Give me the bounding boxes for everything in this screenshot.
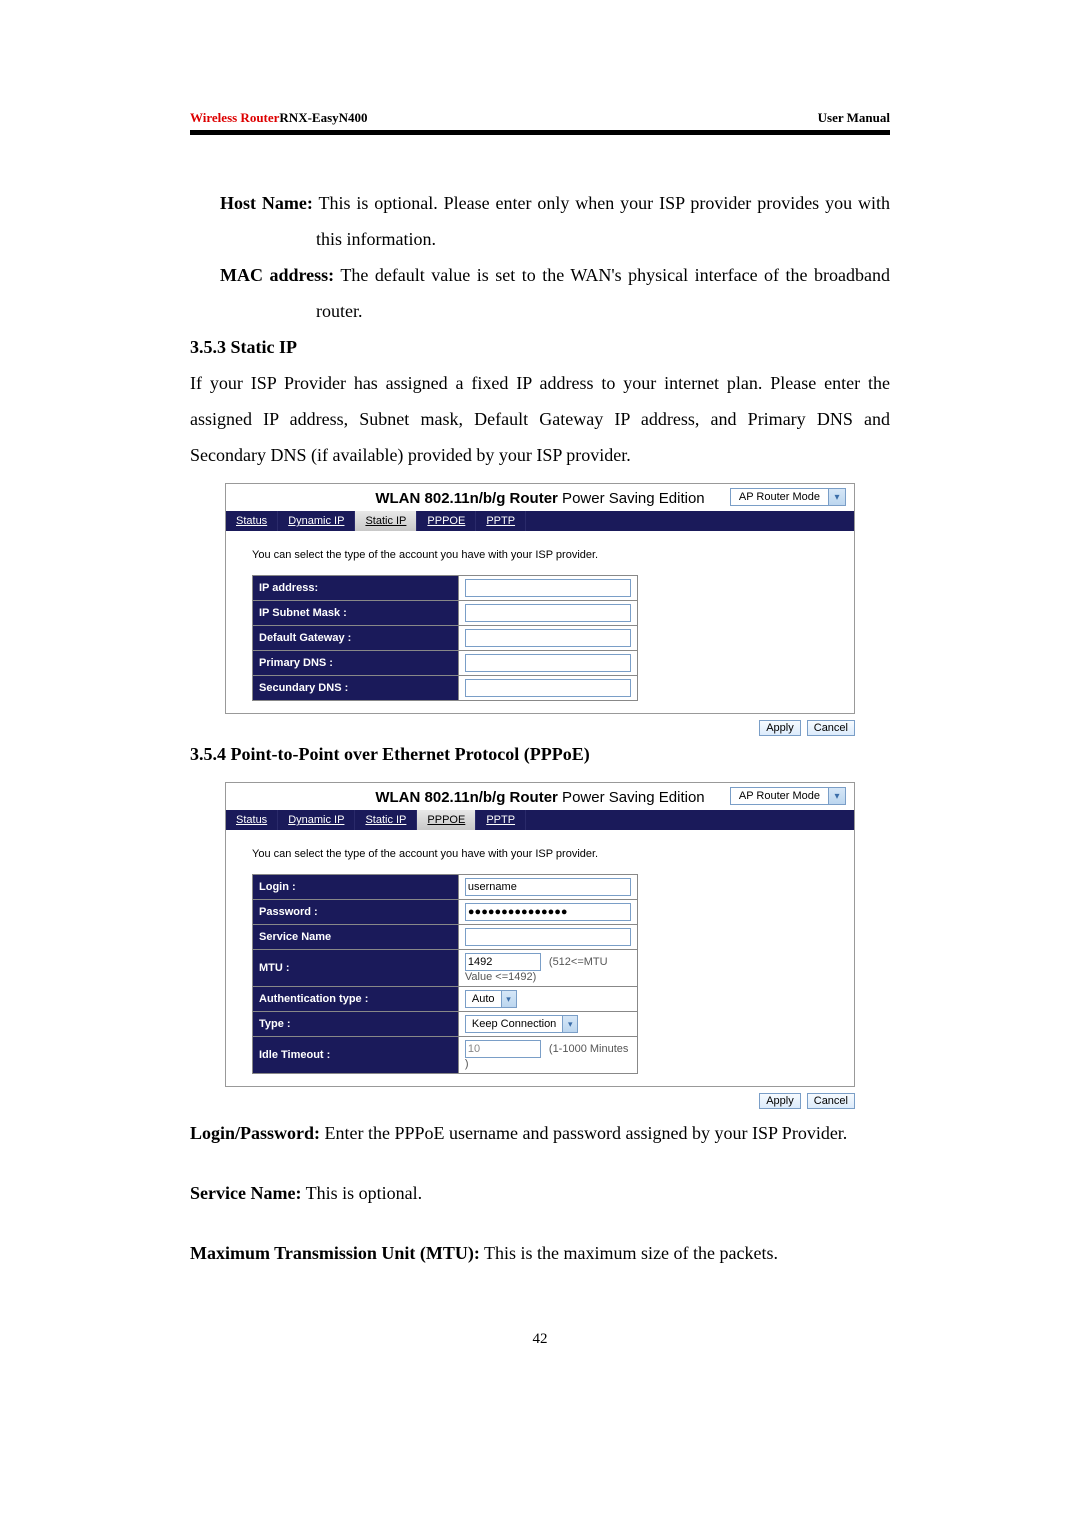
- login-pw-text: Enter the PPPoE username and password as…: [320, 1123, 847, 1143]
- cancel-button[interactable]: Cancel: [807, 720, 855, 736]
- chevron-down-icon: ▾: [828, 788, 845, 804]
- static-ip-panel: WLAN 802.11n/b/g Router Power Saving Edi…: [225, 483, 855, 714]
- field-label: Login :: [253, 875, 459, 900]
- chevron-down-icon: ▾: [562, 1016, 577, 1032]
- router-title-bold: WLAN 802.11n/b/g Router: [375, 789, 558, 806]
- mtu-body-label: Maximum Transmission Unit (MTU):: [190, 1243, 480, 1263]
- apply-button[interactable]: Apply: [759, 1093, 801, 1109]
- auth-type-select[interactable]: Auto ▾: [465, 990, 517, 1008]
- secondary-dns-input[interactable]: [465, 679, 631, 697]
- tab-row: Status Dynamic IP Static IP PPPOE PPTP: [226, 511, 854, 531]
- field-label: IP address:: [253, 576, 459, 601]
- model-text: RNX-EasyN400: [279, 110, 367, 125]
- idle-timeout-input[interactable]: [465, 1040, 541, 1058]
- chevron-down-icon: ▾: [828, 489, 845, 505]
- router-title-bold: WLAN 802.11n/b/g Router: [375, 490, 558, 507]
- apply-button[interactable]: Apply: [759, 720, 801, 736]
- tab-static-ip[interactable]: Static IP: [355, 511, 417, 531]
- mode-select-label: AP Router Mode: [731, 489, 828, 505]
- header-rule: [190, 130, 890, 135]
- tab-pppoe[interactable]: PPPOE: [417, 511, 476, 531]
- mode-select-label: AP Router Mode: [731, 788, 828, 804]
- mac-text: The default value is set to the WAN's ph…: [316, 265, 890, 321]
- tab-status[interactable]: Status: [226, 511, 278, 531]
- host-name-label: Host Name:: [220, 193, 313, 213]
- service-name-label: Service Name:: [190, 1183, 301, 1203]
- mode-select[interactable]: AP Router Mode ▾: [730, 787, 846, 805]
- tab-pptp[interactable]: PPTP: [476, 810, 526, 830]
- subnet-mask-input[interactable]: [465, 604, 631, 622]
- field-label: Type :: [253, 1012, 459, 1037]
- service-name-input[interactable]: [465, 928, 631, 946]
- field-label: Primary DNS :: [253, 651, 459, 676]
- brand-text: Wireless Router: [190, 110, 279, 125]
- ip-address-input[interactable]: [465, 579, 631, 597]
- tab-dynamic-ip[interactable]: Dynamic IP: [278, 511, 355, 531]
- field-label: Secundary DNS :: [253, 676, 459, 701]
- pppoe-panel: WLAN 802.11n/b/g Router Power Saving Edi…: [225, 782, 855, 1087]
- static-ip-intro: If your ISP Provider has assigned a fixe…: [190, 365, 890, 473]
- section-heading-pppoe: 3.5.4 Point-to-Point over Ethernet Proto…: [190, 736, 890, 772]
- panel-intro: You can select the type of the account y…: [252, 848, 828, 860]
- static-ip-form: IP address: IP Subnet Mask : Default Gat…: [252, 575, 638, 701]
- type-value: Keep Connection: [466, 1016, 562, 1032]
- section-heading-static-ip: 3.5.3 Static IP: [190, 329, 890, 365]
- field-label: Default Gateway :: [253, 626, 459, 651]
- field-label: Password :: [253, 900, 459, 925]
- tab-status[interactable]: Status: [226, 810, 278, 830]
- password-input[interactable]: [465, 903, 631, 921]
- type-select[interactable]: Keep Connection ▾: [465, 1015, 578, 1033]
- mac-label: MAC address:: [220, 265, 334, 285]
- auth-type-value: Auto: [466, 991, 501, 1007]
- host-name-text: This is optional. Please enter only when…: [313, 193, 890, 249]
- tab-dynamic-ip[interactable]: Dynamic IP: [278, 810, 355, 830]
- page-number: 42: [190, 1331, 890, 1348]
- primary-dns-input[interactable]: [465, 654, 631, 672]
- cancel-button[interactable]: Cancel: [807, 1093, 855, 1109]
- router-title-rest: Power Saving Edition: [558, 789, 705, 806]
- chevron-down-icon: ▾: [501, 991, 516, 1007]
- router-title-rest: Power Saving Edition: [558, 490, 705, 507]
- tab-static-ip[interactable]: Static IP: [355, 810, 417, 830]
- service-name-text: This is optional.: [301, 1183, 422, 1203]
- panel-intro: You can select the type of the account y…: [252, 549, 828, 561]
- tab-pptp[interactable]: PPTP: [476, 511, 526, 531]
- mtu-input[interactable]: [465, 953, 541, 971]
- tab-pppoe[interactable]: PPPOE: [417, 810, 476, 830]
- field-label: Authentication type :: [253, 987, 459, 1012]
- pppoe-form: Login : Password : Service Name MTU : (5…: [252, 874, 638, 1074]
- field-label: MTU :: [253, 950, 459, 987]
- header-right: User Manual: [818, 110, 890, 126]
- login-pw-label: Login/Password:: [190, 1123, 320, 1143]
- mode-select[interactable]: AP Router Mode ▾: [730, 488, 846, 506]
- field-label: IP Subnet Mask :: [253, 601, 459, 626]
- mtu-body-text: This is the maximum size of the packets.: [480, 1243, 778, 1263]
- field-label: Idle Timeout :: [253, 1037, 459, 1074]
- login-input[interactable]: [465, 878, 631, 896]
- tab-row: Status Dynamic IP Static IP PPPOE PPTP: [226, 810, 854, 830]
- doc-header: Wireless RouterRNX-EasyN400 User Manual: [190, 110, 890, 126]
- field-label: Service Name: [253, 925, 459, 950]
- default-gateway-input[interactable]: [465, 629, 631, 647]
